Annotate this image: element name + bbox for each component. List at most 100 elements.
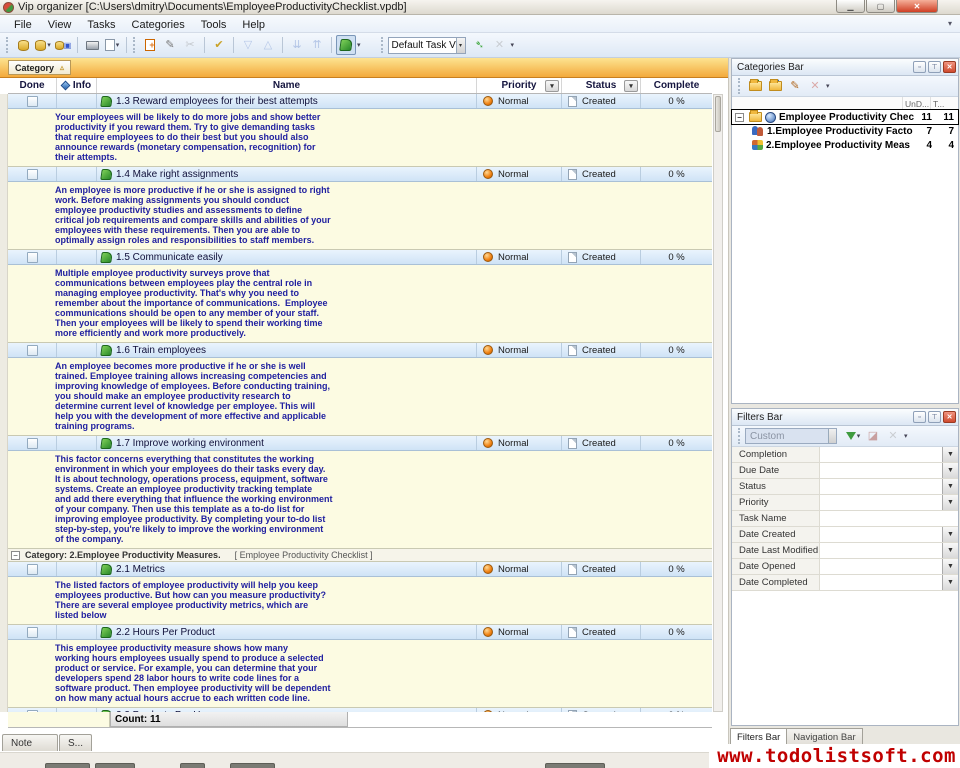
panel-pin-icon[interactable]: ⊤ xyxy=(928,61,941,73)
new-database-button[interactable] xyxy=(13,35,33,55)
category-group-row[interactable]: − Category: 2.Employee Productivity Meas… xyxy=(8,549,712,562)
task-row[interactable]: 2.3 Products Per Hour Normal Created 0 % xyxy=(8,708,712,712)
apply-view-button[interactable]: ➴ xyxy=(470,35,490,55)
column-header-done[interactable]: Done xyxy=(8,78,57,93)
filter-dropdown-button[interactable]: ▼ xyxy=(942,495,958,510)
title-bar[interactable]: Vip organizer [C:\Users\dmitry\Documents… xyxy=(0,0,960,15)
done-checkbox[interactable] xyxy=(27,96,38,107)
remove-filter-button[interactable]: ✕ xyxy=(883,426,903,446)
new-category-button[interactable]: + xyxy=(745,76,765,96)
category-tree-item[interactable]: −Employee Productivity Checkli1111 xyxy=(732,110,958,124)
column-header-priority[interactable]: Priority▾ xyxy=(477,78,562,93)
status-filter-button[interactable]: ▾ xyxy=(624,80,638,92)
task-row[interactable]: 1.5 Communicate easily Normal Created 0 … xyxy=(8,250,712,265)
delete-category-button[interactable]: ✕ xyxy=(805,76,825,96)
panel-restore-icon[interactable]: ▫ xyxy=(913,411,926,423)
filter-dropdown-button[interactable]: ▼ xyxy=(942,447,958,462)
filter-value[interactable] xyxy=(820,543,942,558)
done-checkbox[interactable] xyxy=(27,169,38,180)
filter-dropdown-button[interactable]: ▼ xyxy=(942,559,958,574)
column-header-complete[interactable]: Complete xyxy=(641,78,712,93)
task-row[interactable]: 1.4 Make right assignments Normal Create… xyxy=(8,167,712,182)
move-down-button[interactable]: ▽ xyxy=(238,35,258,55)
panel-restore-icon[interactable]: ▫ xyxy=(913,61,926,73)
done-checkbox[interactable] xyxy=(27,345,38,356)
filter-value[interactable] xyxy=(820,463,942,478)
complete-task-button[interactable]: ✔ xyxy=(209,35,229,55)
priority-filter-button[interactable]: ▾ xyxy=(545,80,559,92)
collapse-icon[interactable]: − xyxy=(11,551,20,560)
column-header-info[interactable]: Info xyxy=(57,78,97,93)
filter-dropdown-button[interactable]: ▼ xyxy=(942,575,958,590)
task-row[interactable]: 2.2 Hours Per Product Normal Created 0 % xyxy=(8,625,712,640)
edit-task-button[interactable]: ✎ xyxy=(160,35,180,55)
remove-view-button[interactable]: ✕ xyxy=(490,35,510,55)
menu-tasks[interactable]: Tasks xyxy=(79,17,123,33)
categories-toolbar-overflow-icon[interactable]: ▾ xyxy=(826,82,830,90)
panel-close-icon[interactable]: ✕ xyxy=(943,411,956,423)
notes-toggle-dropdown-icon[interactable]: ▾ xyxy=(357,41,361,49)
filter-preset-combo[interactable]: Custom xyxy=(745,428,837,444)
edit-category-button[interactable]: ✎ xyxy=(785,76,805,96)
column-header-name[interactable]: Name xyxy=(97,78,477,93)
task-row[interactable]: 1.6 Train employees Normal Created 0 % xyxy=(8,343,712,358)
toolbar-grip[interactable] xyxy=(381,37,384,53)
task-row[interactable]: 1.7 Improve working environment Normal C… xyxy=(8,436,712,451)
minimize-button[interactable]: ▁ xyxy=(836,0,865,13)
delete-task-button[interactable]: ✂ xyxy=(180,35,200,55)
filter-value[interactable] xyxy=(820,559,942,574)
move-top-button[interactable]: ⇈ xyxy=(307,35,327,55)
filter-dropdown-button[interactable]: ▼ xyxy=(942,463,958,478)
menu-view[interactable]: View xyxy=(40,17,80,33)
notes-panel-toggle-button[interactable] xyxy=(336,35,356,55)
move-up-button[interactable]: △ xyxy=(258,35,278,55)
panel-pin-icon[interactable]: ⊤ xyxy=(928,411,941,423)
filter-value[interactable] xyxy=(820,495,942,510)
note-tab-note[interactable]: Note xyxy=(2,734,58,751)
filter-value[interactable] xyxy=(820,479,942,494)
combo-spinner-icon[interactable] xyxy=(828,429,836,443)
toolbar-overflow-icon[interactable]: ▾ xyxy=(511,41,515,49)
done-checkbox[interactable] xyxy=(27,252,38,263)
filter-value[interactable] xyxy=(820,527,942,542)
new-task-button[interactable]: + xyxy=(140,35,160,55)
close-button[interactable]: ✕ xyxy=(896,0,938,13)
print-preview-button[interactable]: ▾ xyxy=(102,35,122,55)
task-view-combo[interactable]: Default Task V ▾ xyxy=(388,37,466,54)
combo-spinner-icon[interactable]: ▾ xyxy=(456,38,465,53)
group-field-button[interactable]: Category ▵ xyxy=(8,60,71,75)
category-tree-item[interactable]: 2.Employee Productivity Meas44 xyxy=(732,138,958,152)
filters-toolbar-overflow-icon[interactable]: ▾ xyxy=(904,432,908,440)
toolbar-grip[interactable] xyxy=(738,428,741,444)
tree-column-header[interactable]: T... xyxy=(930,97,958,109)
open-database-button[interactable]: ▾ xyxy=(33,35,53,55)
new-subcategory-button[interactable]: + xyxy=(765,76,785,96)
filter-value[interactable] xyxy=(820,575,942,590)
filter-value[interactable] xyxy=(820,447,942,462)
task-row[interactable]: 1.3 Reward employees for their best atte… xyxy=(8,94,712,109)
toolbar-grip[interactable] xyxy=(133,37,136,53)
tree-column-header[interactable]: UnD... xyxy=(902,97,930,109)
done-checkbox[interactable] xyxy=(27,438,38,449)
category-tree-item[interactable]: 1.Employee Productivity Facto77 xyxy=(732,124,958,138)
menubar-overflow-icon[interactable]: ▾ xyxy=(948,19,952,28)
categories-bar-titlebar[interactable]: Categories Bar ▫ ⊤ ✕ xyxy=(732,59,958,76)
menu-tools[interactable]: Tools xyxy=(193,17,235,33)
filter-dropdown-button[interactable]: ▼ xyxy=(942,543,958,558)
print-button[interactable] xyxy=(82,35,102,55)
filter-dropdown-button[interactable]: ▼ xyxy=(942,479,958,494)
save-database-button[interactable]: ▣ xyxy=(53,35,73,55)
menu-categories[interactable]: Categories xyxy=(124,17,193,33)
collapse-icon[interactable]: − xyxy=(735,113,744,122)
panel-close-icon[interactable]: ✕ xyxy=(943,61,956,73)
note-tab-s[interactable]: S... xyxy=(59,734,92,751)
apply-filter-button[interactable]: ▾ xyxy=(843,426,863,446)
filter-dropdown-button[interactable]: ▼ xyxy=(942,527,958,542)
maximize-button[interactable]: ▢ xyxy=(866,0,895,13)
menu-file[interactable]: File xyxy=(6,17,40,33)
grid-vertical-scrollbar[interactable] xyxy=(713,94,723,712)
filter-value[interactable] xyxy=(820,511,958,526)
done-checkbox[interactable] xyxy=(27,627,38,638)
clear-filter-button[interactable]: ◪ xyxy=(863,426,883,446)
done-checkbox[interactable] xyxy=(27,564,38,575)
